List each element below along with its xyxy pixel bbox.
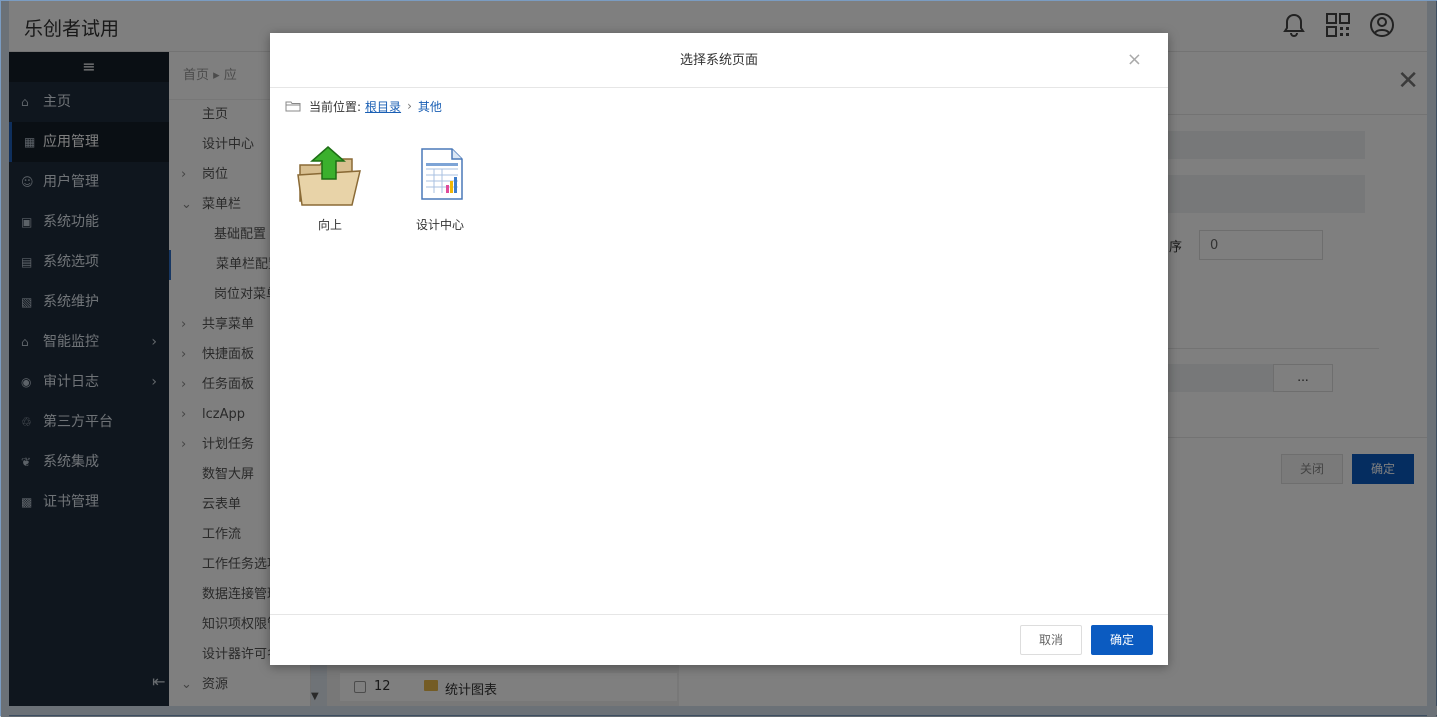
select-system-page-dialog: 选择系统页面 × 当前位置: 根目录 › 其他 向上 设计中心 取消 确定 — [270, 33, 1168, 665]
cancel-button[interactable]: 取消 — [1020, 625, 1082, 655]
current-folder-label: 其他 — [417, 99, 442, 114]
folder-open-icon — [285, 101, 301, 112]
folder-up-icon — [297, 146, 361, 206]
dialog-title: 选择系统页面 — [679, 53, 758, 68]
dialog-footer: 取消 确定 — [270, 614, 1168, 665]
close-icon[interactable]: × — [1127, 49, 1142, 70]
chevron-right-icon: › — [407, 99, 412, 113]
root-directory-link[interactable]: 根目录 — [365, 98, 401, 115]
location-prefix: 当前位置: — [309, 99, 362, 114]
tile-label: 向上 — [317, 218, 342, 232]
report-page-icon — [421, 148, 463, 200]
tile-design-center[interactable]: 设计中心 — [390, 145, 490, 233]
dialog-header: 选择系统页面 × — [270, 33, 1168, 88]
tile-label: 设计中心 — [415, 218, 464, 232]
app-window: 乐创者试用 ≡ ⌂主页 ▦应用管理 ☺用户管理 ▣系统功能 ▤系统选项 ▧系统维… — [0, 0, 1437, 717]
confirm-button[interactable]: 确定 — [1091, 625, 1153, 655]
location-bar: 当前位置: 根目录 › 其他 — [285, 97, 442, 115]
tile-go-up[interactable]: 向上 — [280, 145, 380, 233]
